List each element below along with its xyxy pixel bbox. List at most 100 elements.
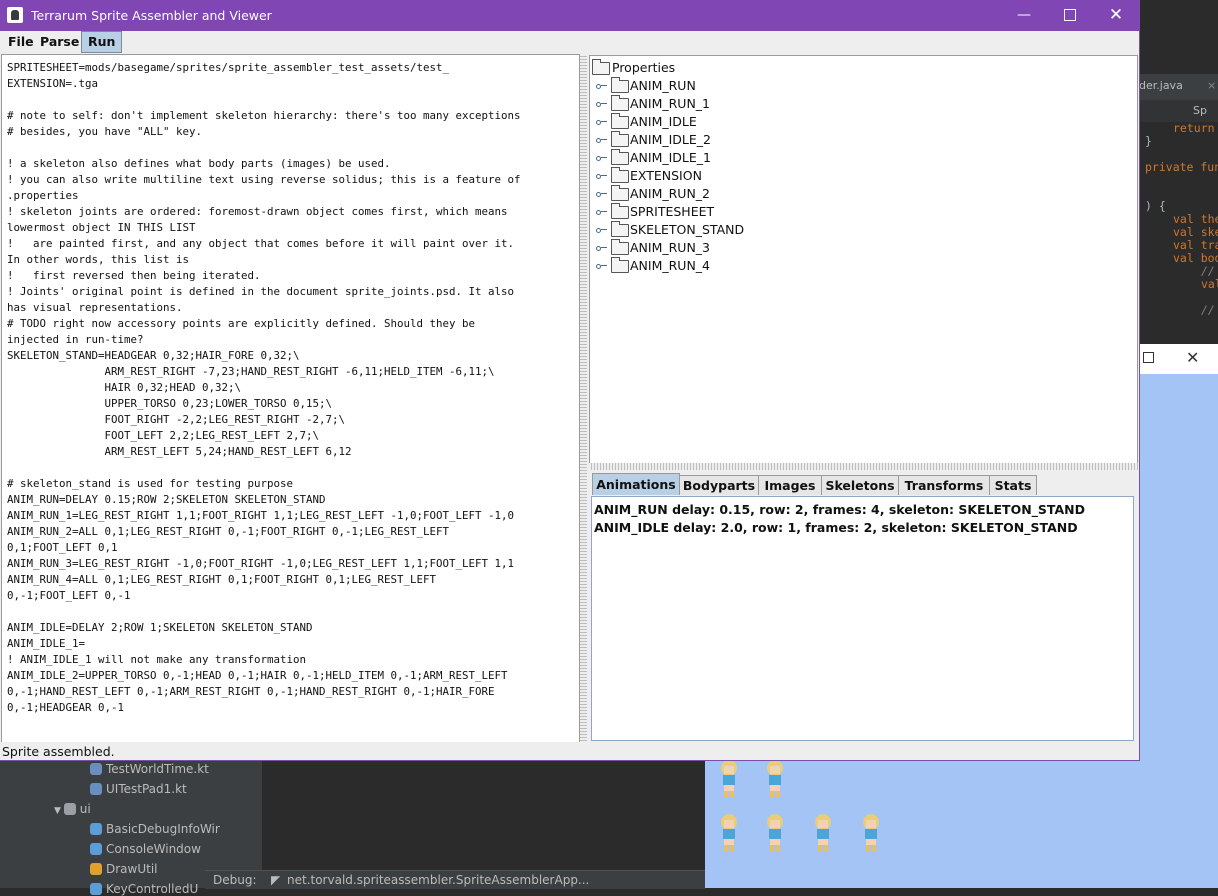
class-icon [90,883,102,895]
source-line: ANIM_IDLE_1= [7,637,86,650]
tree-node[interactable]: EXTENSION [596,167,702,184]
tab-animations[interactable]: Animations [592,473,680,495]
ide-breadcrumb-bar: Sp [1139,100,1218,122]
project-tree-label: UITestPad1.kt [106,782,187,796]
game-window-titlebar: ✕ [1139,344,1218,374]
folder-icon [611,77,629,93]
folder-icon [611,149,629,165]
source-line: # note to self: don't implement skeleton… [7,109,521,122]
animation-entry: ANIM_RUN delay: 0.15, row: 2, frames: 4,… [594,502,1085,517]
sprite-figure [767,814,783,851]
source-line: ! first reversed then being iterated. [7,269,261,282]
menu-run[interactable]: Run [81,31,123,53]
folder-icon [611,167,629,183]
code-line: } [1145,134,1152,148]
debug-config-tab[interactable]: net.torvald.spriteassembler.SpriteAssemb… [287,873,589,887]
project-tree-label: TestWorldTime.kt [106,762,209,776]
folder-icon [611,95,629,111]
properties-source-editor[interactable]: SPRITESHEET=mods/basegame/sprites/sprite… [1,54,580,743]
project-tree-label: ui [79,802,91,816]
maximize-icon[interactable] [1143,352,1154,363]
folder-icon [611,239,629,255]
code-line: private fun [1145,160,1218,174]
tree-node-label: EXTENSION [630,168,702,183]
source-line: # besides, you have "ALL" key. [7,125,203,138]
split-pane-divider-horizontal[interactable] [589,463,1138,470]
expand-handle-icon[interactable] [596,173,607,179]
tree-node[interactable]: ANIM_RUN [596,77,696,94]
split-pane-divider-vertical[interactable] [580,54,587,741]
kotlin-file-icon [90,783,102,795]
expand-handle-icon[interactable] [596,191,607,197]
tree-node[interactable]: SPRITESHEET [596,203,714,220]
close-button[interactable]: ✕ [1093,0,1139,31]
close-icon[interactable]: ✕ [1186,348,1199,367]
source-line: ! Joints' original point is defined in t… [7,285,515,298]
expand-handle-icon[interactable] [596,119,607,125]
source-line: ANIM_IDLE_2=UPPER_TORSO 0,-1;HEAD 0,-1;H… [7,669,508,682]
project-tree-item[interactable]: TestWorldTime.kt [90,762,209,776]
maximize-button[interactable] [1047,0,1093,31]
expand-handle-icon[interactable] [596,83,607,89]
project-tree-item[interactable]: BasicDebugInfoWir [90,822,220,836]
folder-icon [611,185,629,201]
tree-root-label: Properties [612,60,676,75]
tree-root[interactable]: Properties [592,59,675,76]
menu-parse[interactable]: Parse [34,31,85,53]
menu-bar: File Parse Run [0,31,1139,53]
ide-editor-lower [262,760,705,870]
ide-lower-panel: TestWorldTime.kt UITestPad1.kt ▼ ui BasicDe… [0,760,705,896]
tree-node-label: ANIM_IDLE_1 [630,150,711,165]
tab-stats[interactable]: Stats [989,475,1037,495]
tree-node-label: ANIM_RUN_3 [630,240,711,255]
ide-breadcrumb[interactable]: Sp [1193,104,1207,117]
source-line: 0,-1;HEADGEAR 0,-1 [7,701,125,714]
chevron-down-icon[interactable]: ▼ [54,806,64,816]
sprite-figure [721,814,737,851]
project-tree-item[interactable]: DrawUtil [90,862,158,876]
project-tree: TestWorldTime.kt UITestPad1.kt ▼ ui BasicDe… [14,760,220,896]
tree-node[interactable]: SKELETON_STAND [596,221,744,238]
expand-handle-icon[interactable] [596,227,607,233]
ide-tab-bar: der.java × [1139,74,1218,101]
tab-transforms[interactable]: Transforms [898,475,990,495]
project-tree-item[interactable]: KeyControlledU [90,882,198,896]
tree-node[interactable]: ANIM_RUN_4 [596,257,710,274]
tab-bodyparts[interactable]: Bodyparts [679,475,759,495]
expand-handle-icon[interactable] [596,263,607,269]
tree-node[interactable]: ANIM_RUN_3 [596,239,710,256]
properties-tree[interactable]: Properties ANIM_RUN ANIM_RUN_1 ANIM_IDLE ANI… [589,55,1138,464]
tree-node[interactable]: ANIM_IDLE_1 [596,149,711,166]
package-icon [63,803,76,815]
kotlin-file-icon [90,763,102,775]
tree-node[interactable]: ANIM_IDLE_2 [596,131,711,148]
close-icon[interactable]: × [1207,79,1216,92]
minimize-button[interactable]: — [1001,0,1047,31]
project-tree-label: KeyControlledU [106,882,199,896]
ide-code-area[interactable]: return } private fun) {val the val ske val … [1139,122,1218,344]
source-line: ARM_REST_LEFT 5,24;HAND_REST_LEFT 6,12 [7,445,352,458]
maximize-icon [1064,9,1076,21]
expand-handle-icon[interactable] [596,101,607,107]
tree-node[interactable]: ANIM_IDLE [596,113,697,130]
project-tree-item[interactable]: ConsoleWindow [90,842,201,856]
expand-handle-icon[interactable] [596,209,607,215]
expand-handle-icon[interactable] [596,245,607,251]
folder-icon [611,113,629,129]
source-line: ANIM_RUN=DELAY 0.15;ROW 2;SKELETON SKELE… [7,493,326,506]
ide-editor-tab[interactable]: der.java [1139,79,1183,92]
source-line: ANIM_RUN_1=LEG_REST_RIGHT 1,1;FOOT_RIGHT… [7,509,515,522]
expand-handle-icon[interactable] [596,155,607,161]
project-tree-item[interactable]: ▼ ui [54,802,91,816]
tree-node-label: ANIM_RUN_4 [630,258,711,273]
tab-images[interactable]: Images [758,475,822,495]
debug-label: Debug: [213,873,257,887]
expand-handle-icon[interactable] [596,137,607,143]
tree-node[interactable]: ANIM_RUN_2 [596,185,710,202]
source-line: injected in run-time? [7,333,144,346]
tab-skeletons[interactable]: Skeletons [821,475,899,495]
project-tree-item[interactable]: UITestPad1.kt [90,782,187,796]
title-bar: Terrarum Sprite Assembler and Viewer — ✕ [0,0,1139,31]
tree-node[interactable]: ANIM_RUN_1 [596,95,710,112]
source-line: UPPER_TORSO 0,23;LOWER_TORSO 0,15;\ [7,397,333,410]
